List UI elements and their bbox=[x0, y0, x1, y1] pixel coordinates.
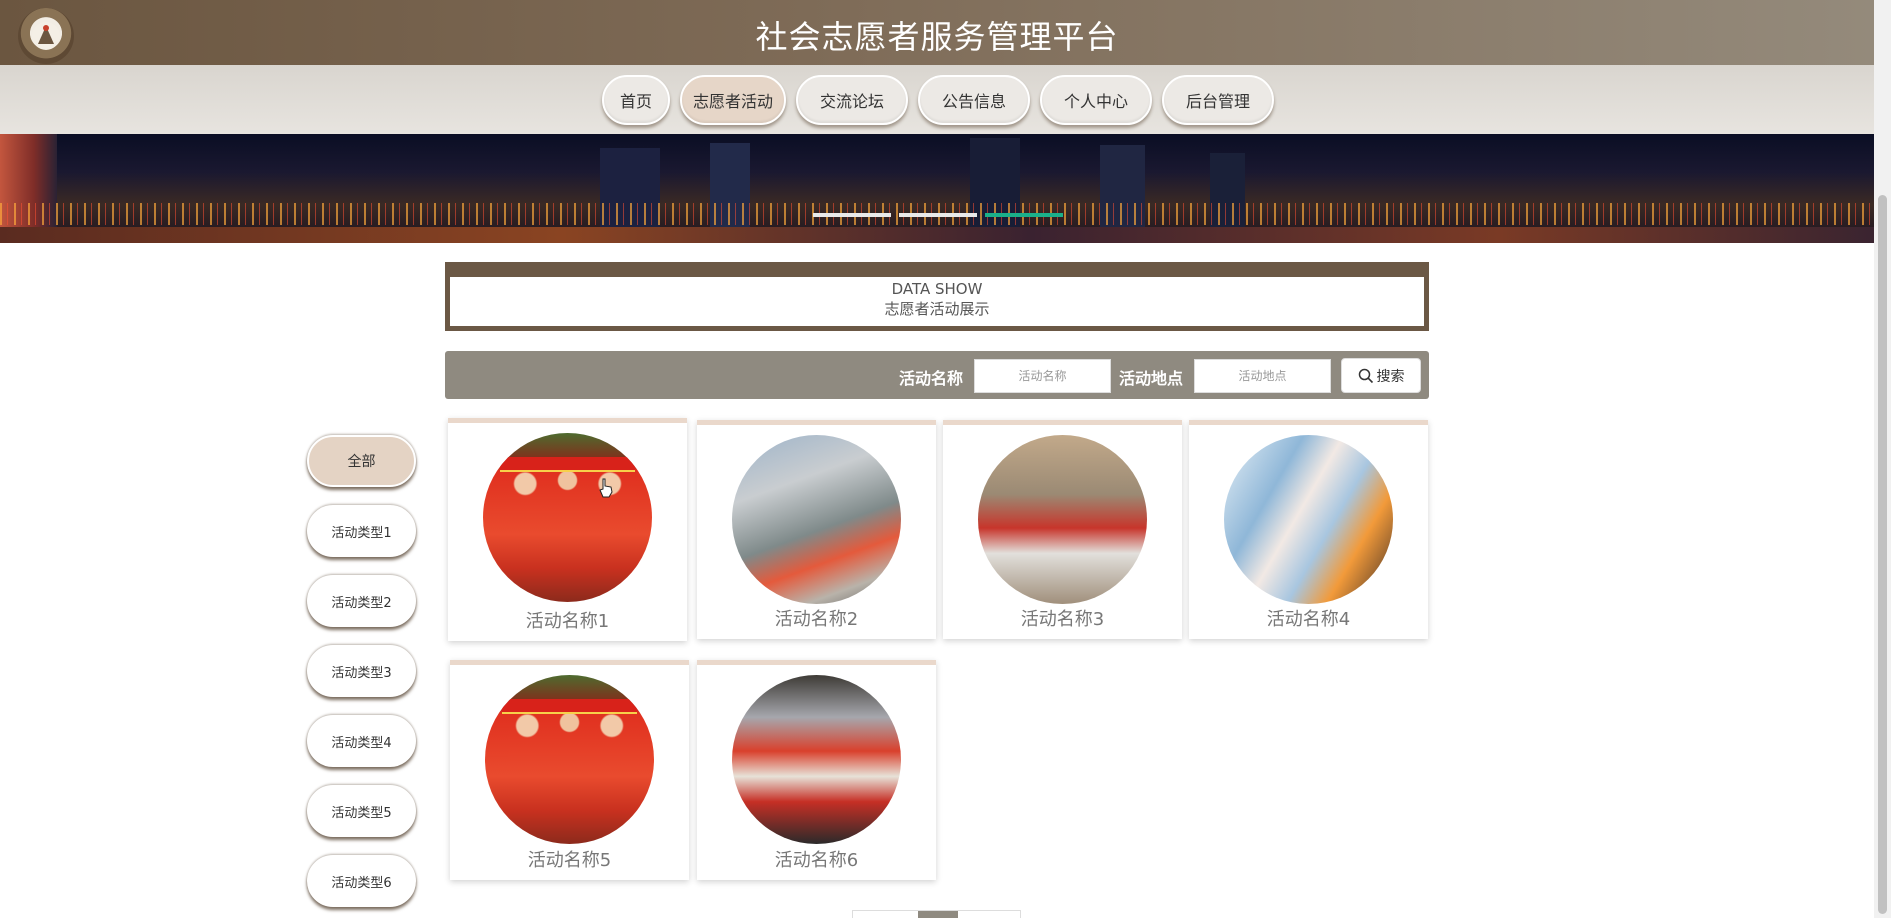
activity-card-1[interactable]: 活动名称1 bbox=[448, 418, 687, 641]
carousel-dot-2[interactable] bbox=[899, 213, 977, 217]
activity-name-label: 活动名称 bbox=[899, 369, 964, 388]
site-title: 社会志愿者服务管理平台 bbox=[755, 18, 1119, 56]
category-type-5[interactable]: 活动类型5 bbox=[307, 785, 416, 837]
activity-name-input[interactable]: 活动名称 bbox=[974, 359, 1111, 393]
activity-photo bbox=[1224, 435, 1393, 604]
nav-announcements[interactable]: 公告信息 bbox=[918, 74, 1030, 125]
carousel-dot-1[interactable] bbox=[813, 213, 891, 217]
activity-photo bbox=[483, 433, 652, 602]
nav-personal-center[interactable]: 个人中心 bbox=[1040, 74, 1152, 125]
category-type-4[interactable]: 活动类型4 bbox=[307, 715, 416, 767]
activity-photo bbox=[978, 435, 1147, 604]
pagination[interactable] bbox=[852, 910, 1021, 918]
activity-card-5[interactable]: 活动名称5 bbox=[450, 660, 689, 880]
section-title-cn: 志愿者活动展示 bbox=[884, 300, 990, 318]
carousel-indicators bbox=[813, 213, 1063, 217]
activity-card-4[interactable]: 活动名称4 bbox=[1189, 420, 1428, 639]
activity-name: 活动名称1 bbox=[525, 611, 610, 632]
activity-photo bbox=[485, 675, 654, 844]
banner-street-glow bbox=[0, 227, 1874, 243]
category-type-2[interactable]: 活动类型2 bbox=[307, 575, 416, 627]
category-type-1[interactable]: 活动类型1 bbox=[307, 505, 416, 557]
activity-name: 活动名称2 bbox=[774, 609, 859, 630]
page: 社会志愿者服务管理平台 首页 志愿者活动 交流论坛 公告信息 个人中心 后台管理… bbox=[0, 0, 1891, 918]
activity-name: 活动名称4 bbox=[1266, 609, 1351, 630]
nav-admin[interactable]: 后台管理 bbox=[1162, 74, 1274, 125]
activity-card-3[interactable]: 活动名称3 bbox=[943, 420, 1182, 639]
activity-name: 活动名称5 bbox=[527, 850, 612, 871]
category-type-6[interactable]: 活动类型6 bbox=[307, 855, 416, 907]
activity-card-2[interactable]: 活动名称2 bbox=[697, 420, 936, 639]
section-title-en: DATA SHOW bbox=[891, 280, 983, 298]
banner-carousel[interactable] bbox=[0, 134, 1874, 243]
category-type-3[interactable]: 活动类型3 bbox=[307, 645, 416, 697]
search-icon bbox=[1358, 368, 1373, 383]
search-button[interactable]: 搜索 bbox=[1341, 358, 1421, 393]
scrollbar-thumb[interactable] bbox=[1878, 195, 1887, 914]
activity-card-6[interactable]: 活动名称6 bbox=[697, 660, 936, 880]
activity-photo bbox=[732, 675, 901, 844]
category-all[interactable]: 全部 bbox=[307, 435, 416, 487]
nav-forum[interactable]: 交流论坛 bbox=[796, 74, 908, 125]
activity-name: 活动名称6 bbox=[774, 850, 859, 871]
activity-place-input[interactable]: 活动地点 bbox=[1194, 359, 1331, 393]
activity-name: 活动名称3 bbox=[1020, 609, 1105, 630]
top-header: 社会志愿者服务管理平台 bbox=[0, 0, 1874, 65]
search-bar: 活动名称 活动名称 活动地点 活动地点 搜索 bbox=[445, 351, 1429, 399]
activity-place-label: 活动地点 bbox=[1119, 369, 1184, 388]
section-header: DATA SHOW 志愿者活动展示 bbox=[445, 262, 1429, 331]
activity-photo bbox=[732, 435, 901, 604]
page-scrollbar[interactable] bbox=[1874, 0, 1891, 918]
main-nav: 首页 志愿者活动 交流论坛 公告信息 个人中心 后台管理 bbox=[0, 65, 1874, 134]
hand-pointer-icon bbox=[599, 478, 613, 498]
section-header-box: DATA SHOW 志愿者活动展示 bbox=[450, 277, 1424, 326]
search-button-label: 搜索 bbox=[1376, 368, 1405, 385]
nav-home[interactable]: 首页 bbox=[602, 74, 670, 125]
nav-volunteer-activities[interactable]: 志愿者活动 bbox=[680, 74, 786, 125]
pagination-current-page[interactable] bbox=[918, 911, 958, 918]
carousel-dot-3[interactable] bbox=[985, 213, 1063, 217]
